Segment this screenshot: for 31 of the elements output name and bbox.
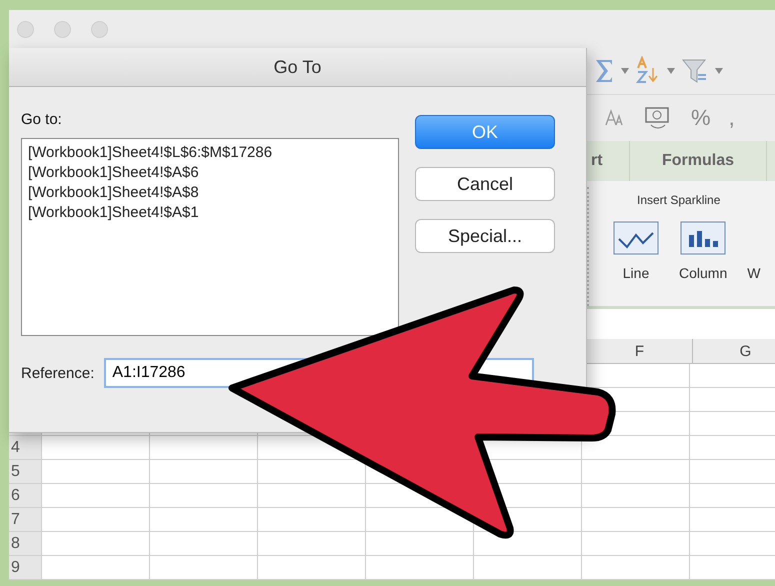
close-window-button[interactable] [17, 20, 34, 38]
row-header[interactable]: 5 [9, 460, 41, 483]
column-header[interactable]: G [692, 339, 775, 363]
minimize-window-button[interactable] [54, 20, 71, 38]
caret-icon[interactable] [667, 68, 675, 74]
list-item[interactable]: [Workbook1]Sheet4!$A$1 [28, 203, 392, 223]
caret-icon[interactable] [715, 68, 723, 74]
row-header[interactable]: 7 [9, 508, 41, 531]
caret-icon[interactable] [621, 68, 629, 74]
dialog-button[interactable]: Special... [415, 219, 555, 253]
ribbon-button-label[interactable]: W [747, 265, 760, 281]
reference-label: Reference: [21, 364, 94, 382]
list-item[interactable]: [Workbook1]Sheet4!$L$6:$M$17286 [28, 143, 392, 163]
ribbon-button-label[interactable]: Column [679, 265, 728, 281]
row-header[interactable]: 8 [9, 532, 41, 555]
ribbon-group-title: Insert Sparkline [636, 192, 722, 209]
list-item[interactable]: [Workbook1]Sheet4!$A$8 [28, 183, 392, 203]
autosum-icon[interactable] [593, 57, 615, 85]
dialog-title: Go To [274, 56, 322, 78]
zoom-window-button[interactable] [91, 20, 108, 38]
list-item[interactable]: [Workbook1]Sheet4!$A$6 [28, 163, 392, 183]
dialog-button[interactable]: Cancel [415, 167, 555, 201]
go-to-label: Go to: [21, 111, 63, 128]
line-sparkline-icon[interactable] [613, 221, 659, 255]
row-header[interactable]: 9 [9, 556, 41, 579]
ribbon-button-label[interactable]: Line [622, 265, 650, 281]
column-sparkline-icon[interactable] [680, 221, 726, 255]
filter-icon[interactable] [681, 57, 709, 85]
reference-list[interactable]: [Workbook1]Sheet4!$L$6:$M$17286 [Workbook1]Sheet4!$A$6 [Workbook1]Sheet4!$A$8 [Workbook1]Sheet4!$A$1 [21, 138, 399, 336]
row-header[interactable]: 6 [9, 484, 41, 507]
row-header[interactable]: 4 [9, 436, 41, 459]
